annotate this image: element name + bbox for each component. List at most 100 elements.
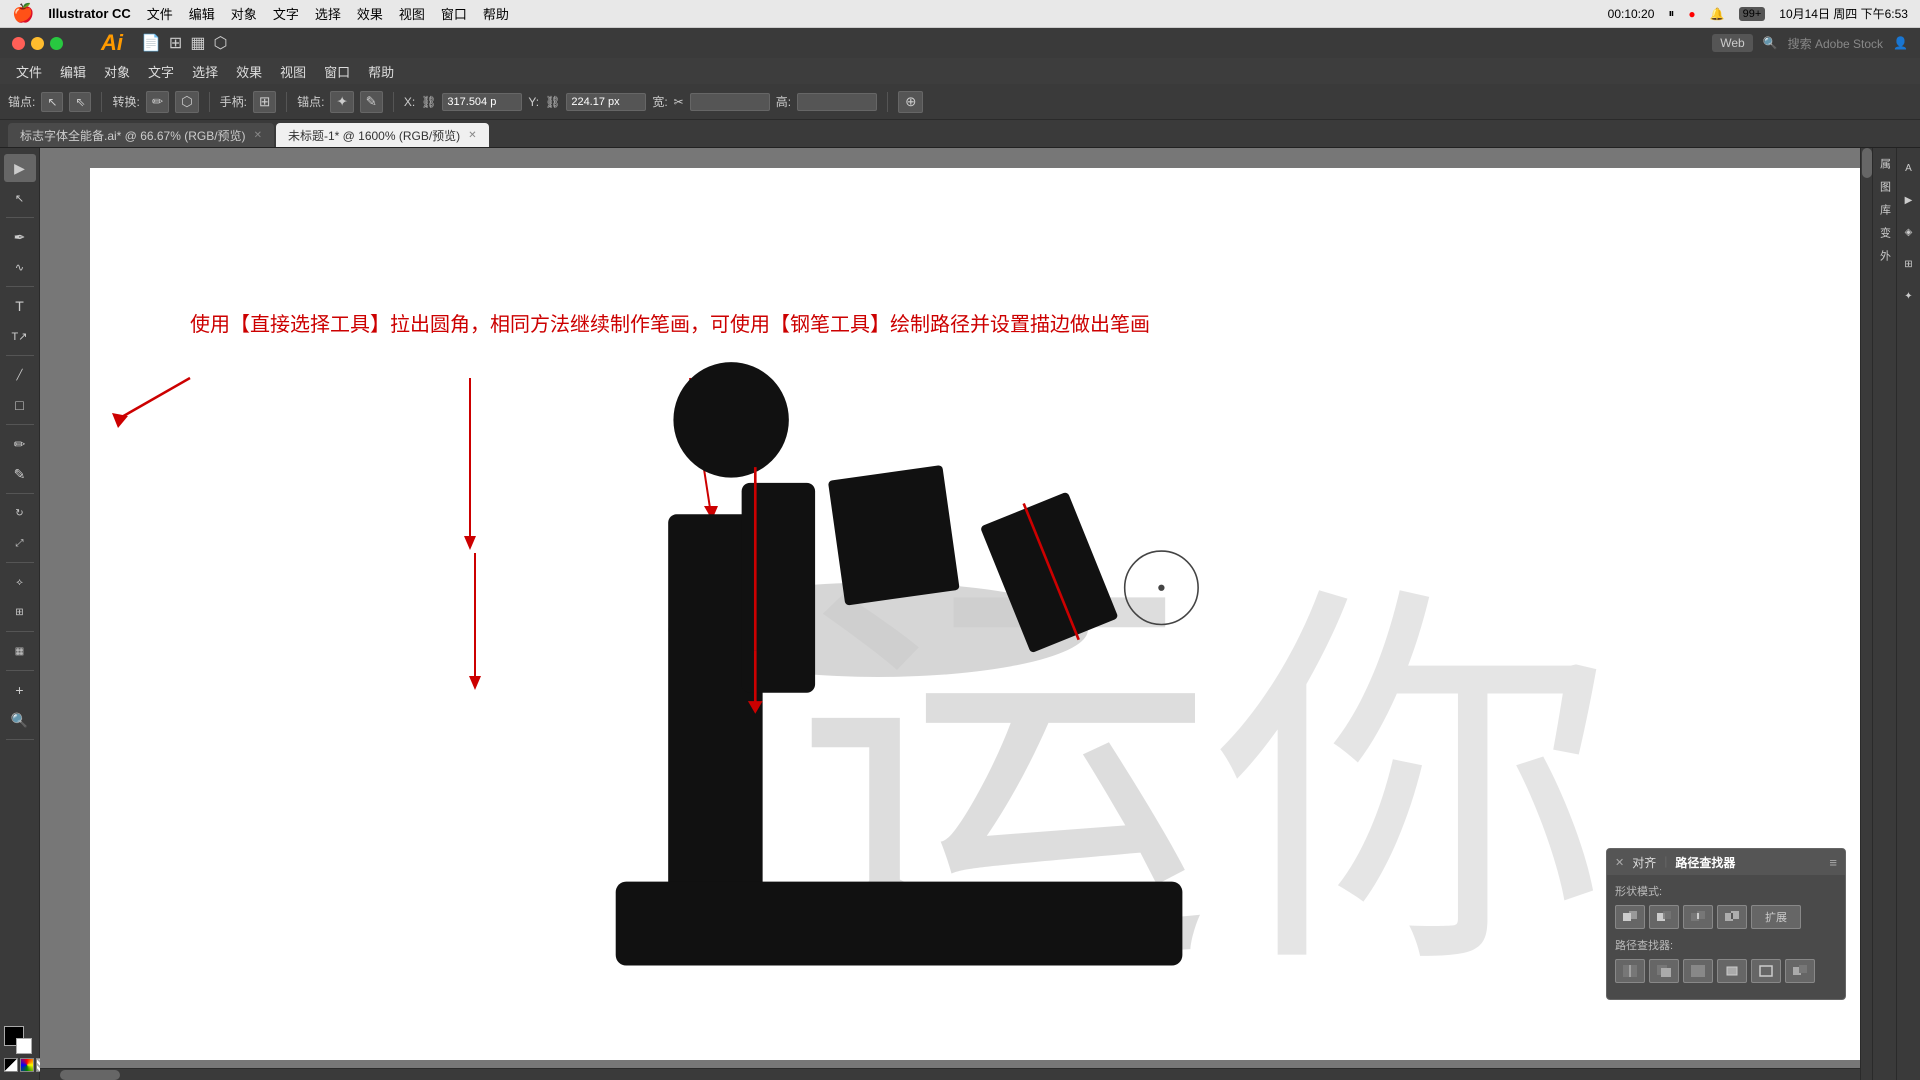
- menu-select-ai[interactable]: 选择: [184, 60, 226, 83]
- rotate-tool[interactable]: ↻: [4, 499, 36, 527]
- warp-tool[interactable]: ⟡: [4, 568, 36, 596]
- w-value-input[interactable]: [690, 93, 770, 111]
- workspace-label[interactable]: Web: [1712, 34, 1752, 52]
- transform-tab[interactable]: 变: [1876, 223, 1894, 242]
- outline-btn[interactable]: [1751, 959, 1781, 983]
- right-tool-1[interactable]: A: [1893, 154, 1920, 182]
- stroke-swatch[interactable]: [16, 1038, 32, 1054]
- minus-front-btn[interactable]: [1649, 905, 1679, 929]
- unite-btn[interactable]: [1615, 905, 1645, 929]
- bridge-icon[interactable]: ⬡: [213, 33, 227, 53]
- arrangement-icon[interactable]: ▦: [190, 33, 205, 53]
- convert-btn-2[interactable]: ⬡: [175, 91, 199, 113]
- appearance-tab[interactable]: 外: [1876, 246, 1894, 265]
- right-tool-2[interactable]: ▶: [1893, 186, 1920, 214]
- menu-help-ai[interactable]: 帮助: [360, 60, 402, 83]
- line-tool[interactable]: ╱: [4, 361, 36, 389]
- menu-object-ai[interactable]: 对象: [96, 60, 138, 83]
- tab-2[interactable]: 未标题-1* @ 1600% (RGB/预览) ✕: [276, 123, 489, 147]
- tab-1-close[interactable]: ✕: [254, 130, 262, 141]
- y-value-input[interactable]: [566, 93, 646, 111]
- menu-window[interactable]: 窗口: [441, 4, 467, 23]
- window-controls[interactable]: [12, 37, 63, 50]
- hand-btn-1[interactable]: ⊞: [253, 91, 276, 113]
- right-tool-4[interactable]: ⊞: [1893, 250, 1920, 278]
- libraries-tab[interactable]: 库: [1876, 200, 1894, 219]
- menu-window-ai[interactable]: 窗口: [316, 60, 358, 83]
- fill-stroke-swatches[interactable]: [4, 1026, 32, 1054]
- menu-file-ai[interactable]: 文件: [8, 60, 50, 83]
- menu-text-ai[interactable]: 文字: [140, 60, 182, 83]
- vertical-scrollbar[interactable]: [1860, 148, 1872, 1080]
- profile-icon[interactable]: 👤: [1893, 36, 1908, 50]
- divide-btn[interactable]: [1615, 959, 1645, 983]
- align-tab[interactable]: 对齐: [1632, 854, 1656, 871]
- pathfinder-tab[interactable]: 路径查找器: [1675, 854, 1735, 871]
- direct-select-tool[interactable]: ↖: [4, 184, 36, 212]
- scrollbar-thumb[interactable]: [1862, 148, 1872, 178]
- scale-tool[interactable]: ⤢: [4, 529, 36, 557]
- maximize-button[interactable]: [50, 37, 63, 50]
- horizontal-scrollbar[interactable]: [40, 1068, 1860, 1080]
- menu-view-ai[interactable]: 视图: [272, 60, 314, 83]
- h-value-input[interactable]: [797, 93, 877, 111]
- transform-btn[interactable]: ⊕: [898, 91, 923, 113]
- canvas-area[interactable]: 使用【直接选择工具】拉出圆角，相同方法继续制作笔画，可使用【钢笔工具】绘制路径并…: [40, 148, 1896, 1080]
- curvature-tool[interactable]: ∿: [4, 253, 36, 281]
- menu-edit[interactable]: 编辑: [189, 4, 215, 23]
- anchor-btn-1[interactable]: ↖: [41, 92, 63, 112]
- close-button[interactable]: [12, 37, 25, 50]
- menu-effect-ai[interactable]: 效果: [228, 60, 270, 83]
- pencil-tool[interactable]: ✎: [4, 460, 36, 488]
- view-mode-icon[interactable]: ⊞: [169, 33, 182, 53]
- menu-text[interactable]: 文字: [273, 4, 299, 23]
- anchor-btn-2[interactable]: ⇖: [69, 92, 91, 112]
- panel-menu-icon[interactable]: ≡: [1829, 855, 1837, 870]
- zoom-out-tool[interactable]: 🔍: [4, 706, 36, 734]
- layers-tab[interactable]: 图: [1876, 177, 1894, 196]
- swap-colors-icon[interactable]: [4, 1058, 18, 1072]
- pathfinder-close[interactable]: ✕: [1615, 856, 1624, 869]
- zoom-in-tool[interactable]: +: [4, 676, 36, 704]
- search-icon[interactable]: 🔍: [1763, 36, 1778, 50]
- menu-file[interactable]: 文件: [147, 4, 173, 23]
- trim-btn[interactable]: [1649, 959, 1679, 983]
- select-tool[interactable]: ▶: [4, 154, 36, 182]
- menu-help[interactable]: 帮助: [483, 4, 509, 23]
- color-mode-icon[interactable]: [20, 1058, 34, 1072]
- h-scrollbar-thumb[interactable]: [60, 1070, 120, 1080]
- chart-tool[interactable]: ▦: [4, 637, 36, 665]
- type-tool[interactable]: T: [4, 292, 36, 320]
- minus-back-btn[interactable]: [1785, 959, 1815, 983]
- intersect-btn[interactable]: [1683, 905, 1713, 929]
- menu-effect[interactable]: 效果: [357, 4, 383, 23]
- new-file-icon[interactable]: 📄: [141, 33, 161, 53]
- pen-tool[interactable]: ✒: [4, 223, 36, 251]
- right-tool-3[interactable]: ◈: [1893, 218, 1920, 246]
- rect-tool[interactable]: □: [4, 391, 36, 419]
- menu-object[interactable]: 对象: [231, 4, 257, 23]
- x-value-input[interactable]: [442, 93, 522, 111]
- minimize-button[interactable]: [31, 37, 44, 50]
- tab-2-close[interactable]: ✕: [468, 130, 476, 141]
- anchor-pt-btn[interactable]: ✦: [330, 91, 353, 113]
- tab-1[interactable]: 标志字体全能备.ai* @ 66.67% (RGB/预览) ✕: [8, 123, 274, 147]
- right-tool-5[interactable]: ✦: [1893, 282, 1920, 310]
- anchor-pt-btn2[interactable]: ✎: [360, 91, 383, 113]
- menu-select[interactable]: 选择: [315, 4, 341, 23]
- w-label: 宽:: [652, 93, 667, 110]
- apple-menu[interactable]: 🍎: [12, 3, 34, 24]
- exclude-btn[interactable]: [1717, 905, 1747, 929]
- properties-tab[interactable]: 属: [1876, 154, 1894, 173]
- menu-view[interactable]: 视图: [399, 4, 425, 23]
- merge-btn[interactable]: [1683, 959, 1713, 983]
- paintbrush-tool[interactable]: ✏: [4, 430, 36, 458]
- crop-btn[interactable]: [1717, 959, 1747, 983]
- notification-icon[interactable]: 🔔: [1710, 7, 1725, 21]
- shape-builder-tool[interactable]: ⊞: [4, 598, 36, 626]
- menu-edit-ai[interactable]: 编辑: [52, 60, 94, 83]
- expand-btn-pf[interactable]: 扩展: [1751, 905, 1801, 929]
- convert-btn-1[interactable]: ✏: [146, 91, 169, 113]
- search-label[interactable]: 搜索 Adobe Stock: [1788, 35, 1883, 52]
- touch-type-tool[interactable]: T↗: [4, 322, 36, 350]
